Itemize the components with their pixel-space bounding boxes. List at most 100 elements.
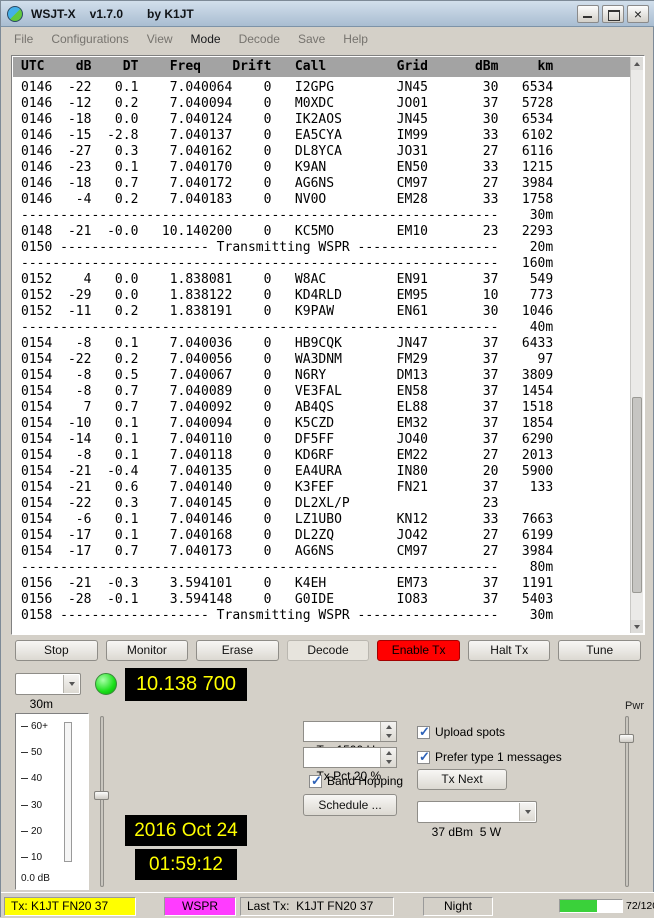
decode-row[interactable]: 0146 -12 0.2 7.040094 0 M0XDC JO01 37 57… (21, 96, 630, 112)
tx-progress-bar (559, 899, 623, 913)
spin-down-icon[interactable] (381, 732, 396, 742)
decode-row[interactable]: 0146 -27 0.3 7.040162 0 DL8YCA JO31 27 6… (21, 144, 630, 160)
decode-row[interactable]: 0146 -23 0.1 7.040170 0 K9AN EN50 33 121… (21, 160, 630, 176)
slider-handle[interactable] (619, 734, 634, 743)
decode-row[interactable]: 0146 -18 0.7 7.040172 0 AG6NS CM97 27 39… (21, 176, 630, 192)
tx-next-button[interactable]: Tx Next (417, 769, 507, 790)
decode-row[interactable]: 0146 -18 0.0 7.040124 0 IK2AOS JN45 30 6… (21, 112, 630, 128)
spin-up-icon[interactable] (381, 722, 396, 732)
decode-row[interactable]: 0146 -15 -2.8 7.040137 0 EA5CYA IM99 33 … (21, 128, 630, 144)
menu-save[interactable]: Save (289, 30, 334, 48)
decode-row[interactable]: 0154 -17 0.7 7.040173 0 AG6NS CM97 27 39… (21, 544, 630, 560)
prefer-type1-checkbox[interactable]: Prefer type 1 messages (417, 750, 562, 764)
spin-down-icon[interactable] (381, 758, 396, 768)
meter-tick-label: 50 (21, 747, 59, 758)
decode-row[interactable]: 0154 -21 -0.4 7.040135 0 EA4URA IN80 20 … (21, 464, 630, 480)
meter-bar (64, 722, 72, 862)
checkbox-checked-icon[interactable] (417, 751, 430, 764)
tx-power-value: 37 dBm 5 W (432, 825, 501, 839)
close-icon[interactable] (627, 5, 649, 23)
decode-row[interactable]: 0154 -17 0.1 7.040168 0 DL2ZQ JO42 27 61… (21, 528, 630, 544)
tx-freq-spinner[interactable]: Tx 1500 Hz (303, 721, 397, 742)
decode-row[interactable]: 0154 -21 0.6 7.040140 0 K3FEF FN21 37 13… (21, 480, 630, 496)
decode-button[interactable]: Decode (287, 640, 370, 661)
slider-handle[interactable] (94, 791, 109, 800)
minimize-icon[interactable] (577, 5, 599, 23)
upload-spots-checkbox[interactable]: Upload spots (417, 725, 505, 739)
decode-table-body[interactable]: 0146 -22 0.1 7.040064 0 I2GPG JN45 30 65… (13, 77, 630, 633)
command-button-row: Stop Monitor Erase Decode Enable Tx Halt… (15, 640, 641, 661)
pwr-label: Pwr (625, 700, 644, 712)
decode-row[interactable]: 0146 -22 0.1 7.040064 0 I2GPG JN45 30 65… (21, 80, 630, 96)
time-display: 01:59:12 (135, 849, 237, 880)
decode-row[interactable]: 0146 -4 0.2 7.040183 0 NV0O EM28 33 1758 (21, 192, 630, 208)
tx-progress-fill (560, 900, 597, 912)
checkbox-checked-icon[interactable] (417, 726, 430, 739)
menu-file[interactable]: File (5, 30, 42, 48)
window-title-version: v1.7.0 (90, 7, 123, 21)
receive-status-light (95, 673, 117, 695)
scrollbar-up-icon[interactable] (631, 57, 643, 70)
spin-up-icon[interactable] (381, 748, 396, 758)
chevron-down-icon[interactable] (519, 803, 535, 821)
menubar: FileConfigurationsViewModeDecodeSaveHelp (1, 28, 654, 49)
enable-tx-button[interactable]: Enable Tx (377, 640, 460, 661)
tx-power-select[interactable]: 37 dBm 5 W (417, 801, 537, 823)
band-select-value: 30m (30, 697, 53, 711)
checkbox-checked-icon[interactable] (309, 775, 322, 788)
window-title-byline: by K1JT (147, 7, 194, 21)
band-separator-row: ----------------------------------------… (21, 560, 630, 576)
decode-row[interactable]: 0154 -22 0.3 7.040145 0 DL2XL/P 23 (21, 496, 630, 512)
tx-pct-spinner[interactable]: Tx Pct 20 % (303, 747, 397, 768)
decode-row[interactable]: 0154 -8 0.1 7.040118 0 KD6RF EM22 27 201… (21, 448, 630, 464)
tx-power-slider[interactable] (618, 713, 636, 890)
schedule-button[interactable]: Schedule ... (303, 794, 397, 816)
erase-button[interactable]: Erase (196, 640, 279, 661)
transmit-row: 0150 ------------------- Transmitting WS… (21, 240, 630, 256)
decode-row[interactable]: 0154 7 0.7 7.040092 0 AB4QS EL88 37 1518 (21, 400, 630, 416)
decode-row[interactable]: 0154 -8 0.1 7.040036 0 HB9CQK JN47 37 64… (21, 336, 630, 352)
spinner-arrows (380, 722, 396, 741)
band-select[interactable]: 30m (15, 673, 81, 695)
date-display: 2016 Oct 24 (125, 815, 247, 846)
rx-gain-slider[interactable] (93, 713, 111, 890)
scrollbar-down-icon[interactable] (631, 620, 643, 633)
decode-row[interactable]: 0154 -22 0.2 7.040056 0 WA3DNM FM29 37 9… (21, 352, 630, 368)
decode-row[interactable]: 0154 -10 0.1 7.040094 0 K5CZD EM32 37 18… (21, 416, 630, 432)
upload-spots-label: Upload spots (435, 725, 505, 739)
halt-tx-button[interactable]: Halt Tx (468, 640, 551, 661)
decode-row[interactable]: 0154 -14 0.1 7.040110 0 DF5FF JO40 37 62… (21, 432, 630, 448)
menu-mode[interactable]: Mode (182, 30, 230, 48)
meter-tick-label: 40 (21, 773, 59, 784)
tx-progress-label: 72/120 (626, 899, 654, 913)
tx-status-badge: Tx: K1JT FN20 37 (4, 897, 136, 916)
decode-row[interactable]: 0152 4 0.0 1.838081 0 W8AC EN91 37 549 (21, 272, 630, 288)
menu-decode[interactable]: Decode (230, 30, 289, 48)
decode-row[interactable]: 0152 -29 0.0 1.838122 0 KD4RLD EM95 10 7… (21, 288, 630, 304)
tune-button[interactable]: Tune (558, 640, 641, 661)
last-tx-status: Last Tx: K1JT FN20 37 (240, 897, 394, 916)
decode-row[interactable]: 0152 -11 0.2 1.838191 0 K9PAW EN61 30 10… (21, 304, 630, 320)
decode-row[interactable]: 0156 -21 -0.3 3.594101 0 K4EH EM73 37 11… (21, 576, 630, 592)
window-buttons (577, 5, 649, 23)
menu-view[interactable]: View (138, 30, 182, 48)
stop-button[interactable]: Stop (15, 640, 98, 661)
chevron-down-icon[interactable] (63, 675, 79, 693)
menu-configurations[interactable]: Configurations (42, 30, 137, 48)
app-icon (7, 6, 23, 22)
band-hopping-label: Band Hopping (327, 774, 403, 788)
spinner-arrows (380, 748, 396, 767)
menu-help[interactable]: Help (334, 30, 377, 48)
table-scrollbar[interactable] (630, 57, 643, 633)
decode-row[interactable]: 0154 -8 0.7 7.040089 0 VE3FAL EN58 37 14… (21, 384, 630, 400)
decode-row[interactable]: 0148 -21 -0.0 10.140200 0 KC5MO EM10 23 … (21, 224, 630, 240)
decode-row[interactable]: 0156 -28 -0.1 3.594148 0 G0IDE IO83 37 5… (21, 592, 630, 608)
slider-groove (100, 716, 104, 887)
scrollbar-thumb[interactable] (632, 397, 642, 593)
monitor-button[interactable]: Monitor (106, 640, 189, 661)
window-title-app: WSJT-X (31, 7, 76, 21)
decode-row[interactable]: 0154 -8 0.5 7.040067 0 N6RY DM13 37 3809 (21, 368, 630, 384)
maximize-icon[interactable] (602, 5, 624, 23)
band-hopping-checkbox[interactable]: Band Hopping (309, 774, 403, 788)
decode-row[interactable]: 0154 -6 0.1 7.040146 0 LZ1UBO KN12 33 76… (21, 512, 630, 528)
